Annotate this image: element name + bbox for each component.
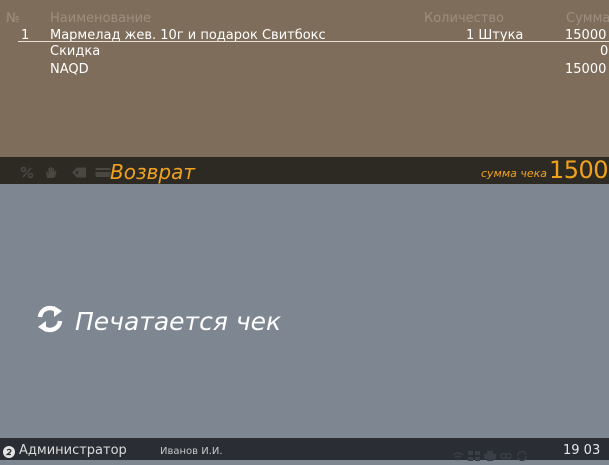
percent-icon[interactable] xyxy=(20,164,34,179)
link-icon xyxy=(500,446,512,460)
receipt-sum-value: 15000 xyxy=(549,156,609,184)
receipt-sum-label: сумма чека xyxy=(481,167,548,180)
user-badge-icon xyxy=(3,443,15,458)
user-name: Иванов И.И. xyxy=(160,446,223,457)
user-role: Администратор xyxy=(19,443,127,458)
discount-label: Скидка xyxy=(50,44,101,59)
printer-icon xyxy=(484,446,496,461)
column-name-header: Наименование xyxy=(50,11,152,26)
column-quantity-header: Количество xyxy=(424,11,504,26)
clock: 19 03 xyxy=(563,443,601,458)
tag-icon[interactable] xyxy=(71,164,86,178)
discount-value: 0 xyxy=(600,44,609,59)
card-icon[interactable] xyxy=(95,164,111,177)
status-text: Печатается чек xyxy=(75,306,282,336)
column-number-header: № xyxy=(6,11,20,26)
network-icon xyxy=(452,446,464,461)
hand-icon[interactable] xyxy=(44,164,58,178)
payment-value: 15000 xyxy=(565,62,607,77)
printing-status: Печатается чек xyxy=(35,305,281,337)
payment-method-label: NAQD xyxy=(50,62,89,77)
column-sum-header: Сумма xyxy=(566,11,609,26)
row-divider xyxy=(18,41,609,42)
refresh-icon xyxy=(35,305,65,337)
grid-icon xyxy=(468,446,480,461)
mode-label: Возврат xyxy=(110,160,195,184)
sync-icon xyxy=(516,446,528,462)
